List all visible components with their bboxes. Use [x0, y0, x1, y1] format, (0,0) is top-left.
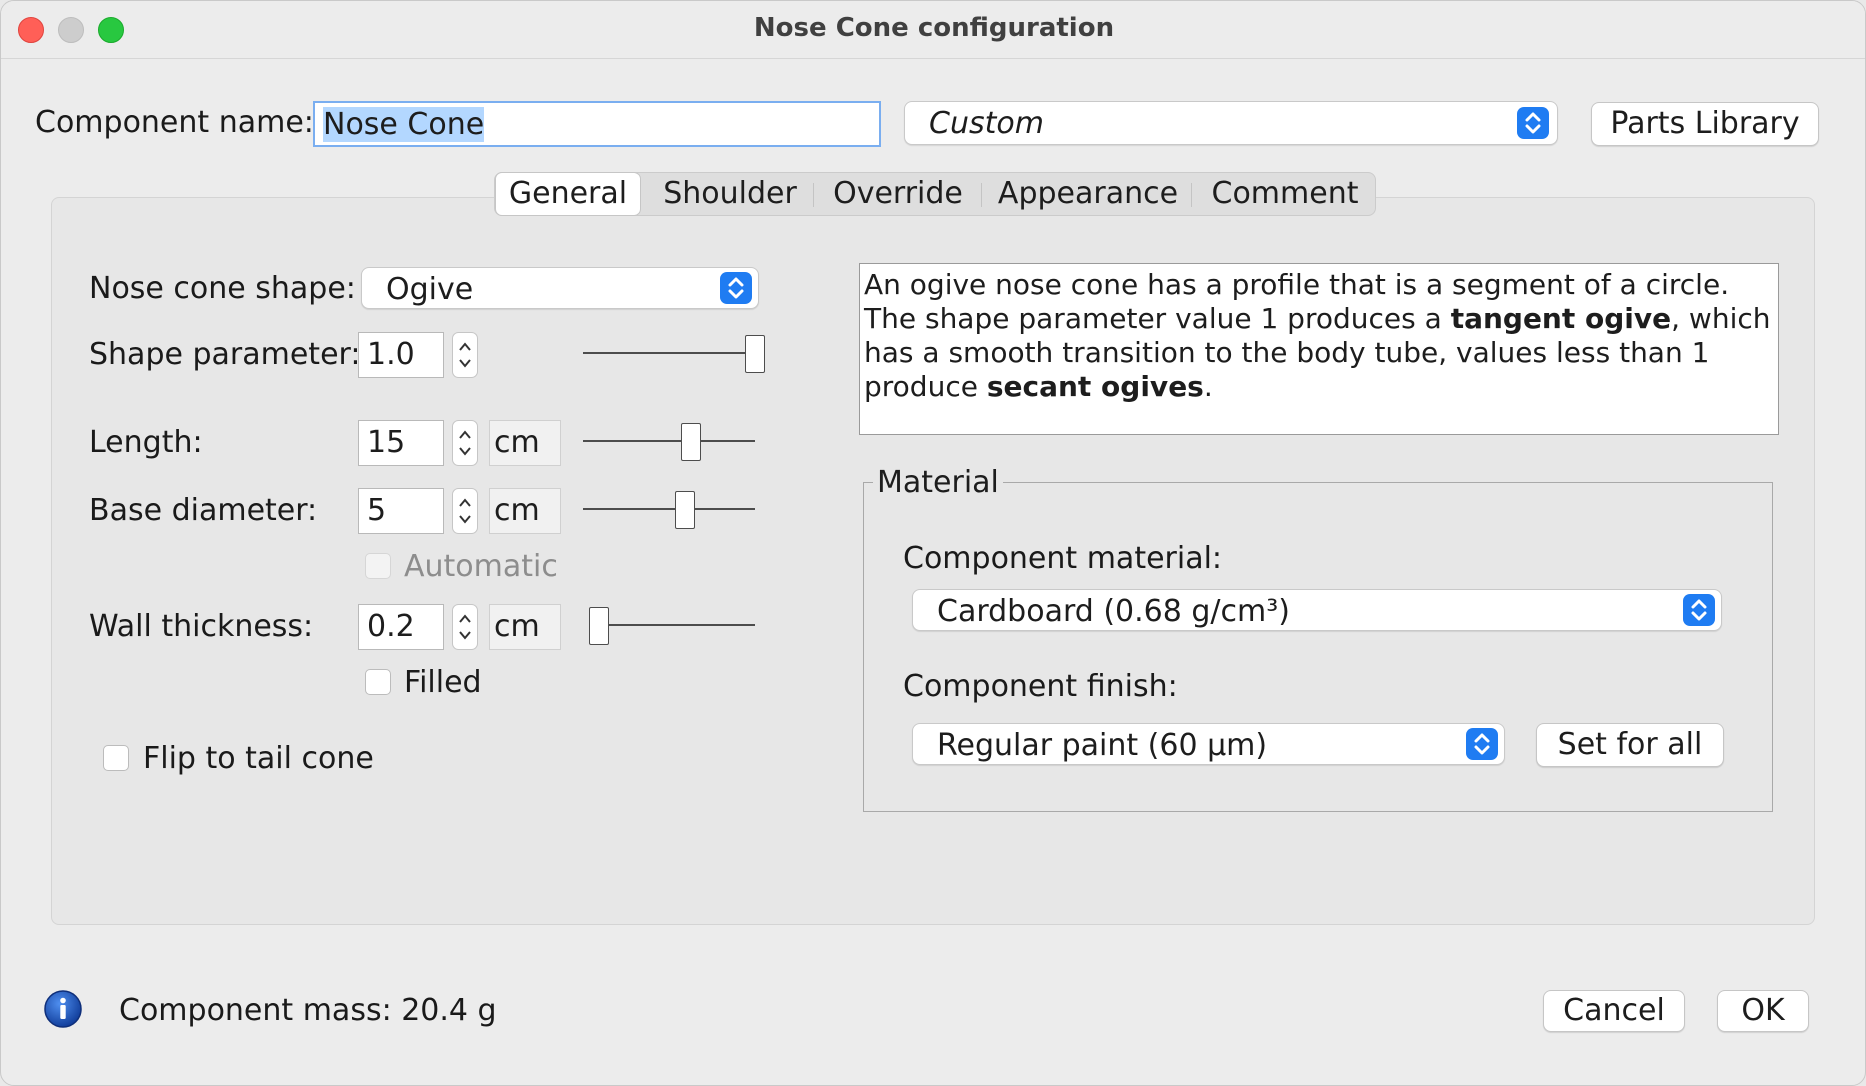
wall-thickness-slider-thumb[interactable] — [589, 607, 609, 645]
title-bar: Nose Cone configuration — [1, 1, 1865, 59]
wall-thickness-stepper[interactable] — [452, 604, 478, 650]
parts-library-button[interactable]: Parts Library — [1591, 102, 1819, 146]
wall-thickness-label: Wall thickness: — [89, 609, 314, 644]
preset-select[interactable]: Custom — [904, 101, 1558, 145]
wall-thickness-slider-track[interactable] — [589, 624, 755, 626]
length-slider-track[interactable] — [583, 440, 755, 442]
config-window: Nose Cone configuration Component name: … — [0, 0, 1866, 1086]
tab-override[interactable]: Override — [815, 173, 981, 215]
length-input[interactable]: 15 — [358, 420, 444, 466]
ok-button[interactable]: OK — [1717, 990, 1809, 1032]
nose-cone-shape-label: Nose cone shape: — [89, 271, 356, 306]
wall-thickness-unit[interactable]: cm — [489, 604, 561, 650]
tab-comment[interactable]: Comment — [1193, 173, 1377, 215]
flip-to-tail-cone-label: Flip to tail cone — [143, 741, 374, 776]
shape-parameter-slider-track[interactable] — [583, 352, 763, 354]
shape-parameter-stepper[interactable] — [452, 332, 478, 378]
component-mass-text: Component mass: 20.4 g — [119, 993, 497, 1028]
length-label: Length: — [89, 425, 203, 460]
component-finish-label: Component finish: — [903, 669, 1178, 704]
description-text-3: . — [1203, 370, 1213, 403]
automatic-label: Automatic — [404, 549, 558, 584]
filled-label: Filled — [404, 665, 482, 700]
cancel-button[interactable]: Cancel — [1543, 990, 1685, 1032]
component-finish-value: Regular paint (60 µm) — [937, 728, 1268, 763]
nose-cone-shape-select[interactable]: Ogive — [361, 267, 759, 309]
base-diameter-slider-thumb[interactable] — [675, 491, 695, 529]
component-finish-select[interactable]: Regular paint (60 µm) — [912, 723, 1505, 765]
chevron-updown-icon — [1466, 728, 1498, 760]
component-name-input[interactable]: Nose Cone — [313, 101, 881, 147]
preset-value: Custom — [929, 106, 1044, 141]
base-diameter-input[interactable]: 5 — [358, 488, 444, 534]
chevron-updown-icon — [720, 272, 752, 304]
chevron-updown-icon — [1683, 594, 1715, 626]
component-material-select[interactable]: Cardboard (0.68 g/cm³) — [912, 589, 1722, 631]
component-material-value: Cardboard (0.68 g/cm³) — [937, 594, 1290, 629]
component-material-label: Component material: — [903, 541, 1223, 576]
shape-parameter-input[interactable]: 1.0 — [358, 332, 444, 378]
shape-parameter-label: Shape parameter: — [89, 337, 361, 372]
base-diameter-label: Base diameter: — [89, 493, 318, 528]
tab-separator — [813, 183, 814, 207]
length-slider-thumb[interactable] — [681, 423, 701, 461]
tab-bar: General Shoulder Override Appearance Com… — [494, 172, 1376, 216]
description-bold-2: secant ogives — [986, 370, 1204, 403]
tab-separator — [1191, 183, 1192, 207]
material-legend: Material — [873, 465, 1003, 500]
length-stepper[interactable] — [452, 420, 478, 466]
nose-cone-shape-value: Ogive — [386, 272, 474, 307]
base-diameter-stepper[interactable] — [452, 488, 478, 534]
description-bold-1: tangent ogive — [1450, 302, 1672, 335]
tab-appearance[interactable]: Appearance — [983, 173, 1193, 215]
chevron-updown-icon — [1517, 107, 1549, 139]
length-unit[interactable]: cm — [489, 420, 561, 466]
info-icon — [43, 989, 83, 1029]
base-diameter-slider-track[interactable] — [583, 508, 755, 510]
flip-to-tail-cone-checkbox[interactable] — [103, 745, 129, 771]
tab-separator — [981, 183, 982, 207]
automatic-checkbox[interactable] — [365, 553, 391, 579]
shape-parameter-slider-thumb[interactable] — [745, 335, 765, 373]
window-title: Nose Cone configuration — [753, 13, 1115, 43]
filled-checkbox[interactable] — [365, 669, 391, 695]
tab-general[interactable]: General — [495, 172, 641, 216]
set-for-all-button[interactable]: Set for all — [1536, 723, 1724, 767]
base-diameter-unit[interactable]: cm — [489, 488, 561, 534]
tab-shoulder[interactable]: Shoulder — [645, 173, 815, 215]
component-name-value: Nose Cone — [323, 107, 485, 142]
component-name-label: Component name: — [35, 105, 314, 140]
wall-thickness-input[interactable]: 0.2 — [358, 604, 444, 650]
shape-description: An ogive nose cone has a profile that is… — [859, 263, 1779, 435]
